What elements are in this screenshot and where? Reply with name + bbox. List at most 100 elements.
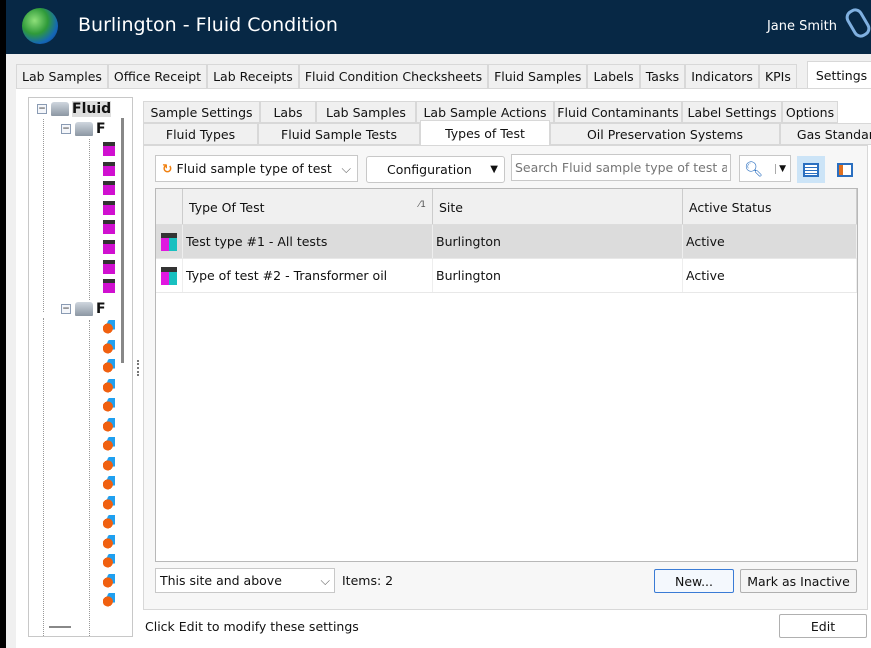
tree-node-group-1[interactable]: − F: [61, 120, 106, 138]
preservation-leaf-icon[interactable]: [103, 437, 115, 451]
search-input[interactable]: [511, 154, 731, 181]
tab-fluid-condition-checksheets[interactable]: Fluid Condition Checksheets: [298, 64, 489, 88]
scope-select[interactable]: This site and above ⌵: [155, 568, 335, 593]
preservation-leaf-icon[interactable]: [103, 534, 115, 549]
preservation-leaf-icon[interactable]: [103, 339, 115, 354]
grid-header: Type Of Test ⁄1 Site Active Status: [156, 189, 857, 225]
status-message: Click Edit to modify these settings: [145, 619, 359, 634]
tab-kpis[interactable]: KPIs: [758, 64, 797, 88]
tree-vertical-scrollbar[interactable]: [121, 118, 124, 363]
flask-leaf-icon[interactable]: [103, 259, 115, 274]
collapse-icon[interactable]: −: [61, 124, 71, 134]
cell-type-of-test: Test type #1 - All tests: [183, 225, 433, 258]
tab-settings[interactable]: Settings: [806, 61, 871, 88]
tree-node-label: F: [96, 301, 106, 317]
preservation-leaf-icon[interactable]: [103, 554, 115, 568]
tab-label-settings[interactable]: Label Settings: [682, 101, 782, 123]
tab-lab-receipts[interactable]: Lab Receipts: [207, 64, 299, 88]
column-header-type-of-test[interactable]: Type Of Test ⁄1: [183, 189, 433, 224]
preservation-leaf-icon[interactable]: [103, 495, 115, 510]
column-header-active-status[interactable]: Active Status: [683, 189, 857, 224]
entity-select[interactable]: ↻ Fluid sample type of test ⌵: [155, 155, 358, 182]
tree-line: [43, 112, 44, 312]
tab-fluid-contaminants[interactable]: Fluid Contaminants: [554, 101, 682, 123]
tab-labels[interactable]: Labels: [587, 64, 640, 88]
tab-tasks[interactable]: Tasks: [639, 64, 686, 88]
table-row[interactable]: Test type #1 - All tests Burlington Acti…: [156, 225, 857, 259]
sort-order: 1: [420, 200, 426, 210]
flask-leaf-icon[interactable]: [103, 142, 115, 156]
user-name[interactable]: Jane Smith: [767, 19, 837, 34]
preservation-leaf-icon[interactable]: [103, 398, 115, 412]
cell-active-status: Active: [683, 259, 857, 292]
tank-icon: [75, 122, 93, 136]
preservation-leaf-icon[interactable]: [103, 359, 115, 373]
tab-fluid-sample-tests[interactable]: Fluid Sample Tests: [258, 123, 420, 145]
tree-line: [43, 318, 44, 636]
tank-icon: [75, 302, 93, 316]
detail-view-button[interactable]: [831, 156, 859, 183]
flask-leaf-icon[interactable]: [103, 240, 115, 254]
paperclip-icon[interactable]: [842, 5, 871, 41]
collapse-icon[interactable]: −: [61, 304, 71, 314]
tree-node-label: F: [96, 121, 106, 137]
new-button[interactable]: New...: [654, 569, 734, 593]
edit-button[interactable]: Edit: [779, 614, 867, 638]
column-header-site[interactable]: Site: [433, 189, 683, 224]
window-edge: [0, 0, 6, 648]
preservation-leaf-icon[interactable]: [103, 417, 115, 432]
settings-tree[interactable]: − Fluid − F − F: [28, 97, 133, 637]
tab-labs[interactable]: Labs: [260, 101, 316, 123]
tab-sample-settings[interactable]: Sample Settings: [143, 101, 260, 123]
flask-leaf-icon[interactable]: [103, 220, 115, 235]
tank-icon: [51, 102, 69, 116]
preservation-leaf-icon[interactable]: [103, 593, 115, 607]
cell-type-of-test: Type of test #2 - Transformer oil: [183, 259, 433, 292]
tab-fluid-samples[interactable]: Fluid Samples: [488, 64, 588, 88]
main-tabs: Lab Samples Office Receipt Lab Receipts …: [16, 61, 871, 88]
mark-as-inactive-button[interactable]: Mark as Inactive: [740, 569, 857, 593]
tab-indicators[interactable]: Indicators: [685, 64, 759, 88]
preservation-leaf-icon[interactable]: [103, 320, 115, 334]
tree-node-group-2[interactable]: − F: [61, 300, 106, 318]
sub-tabs-row-2: Fluid Types Fluid Sample Tests Types of …: [143, 120, 871, 145]
tab-office-receipt[interactable]: Office Receipt: [107, 64, 208, 88]
tree-node-root[interactable]: − Fluid: [37, 100, 112, 118]
tab-lab-samples[interactable]: Lab Samples: [16, 64, 108, 88]
dropdown-arrow-icon[interactable]: ▼: [775, 163, 786, 174]
preservation-leaf-icon[interactable]: [103, 573, 115, 588]
search-icon: 🔍︎: [744, 159, 764, 178]
tab-fluid-types[interactable]: Fluid Types: [143, 123, 258, 145]
flask-leaf-icon[interactable]: [103, 181, 115, 196]
preservation-leaf-icon[interactable]: [103, 456, 115, 471]
tab-lab-samples-sub[interactable]: Lab Samples: [316, 101, 416, 123]
column-label: Type Of Test: [189, 200, 265, 215]
flask-icon: [156, 259, 183, 292]
tab-options[interactable]: Options: [782, 101, 838, 123]
detail-view-icon: [837, 162, 853, 177]
app-title: Burlington - Fluid Condition: [78, 14, 338, 36]
entity-select-value: Fluid sample type of test: [176, 161, 332, 176]
preservation-leaf-icon[interactable]: [103, 378, 115, 393]
preservation-leaf-icon[interactable]: [103, 515, 115, 529]
search-button[interactable]: 🔍︎ ▼: [739, 155, 791, 182]
collapse-icon[interactable]: −: [37, 104, 47, 114]
sort-ascending-icon: ⁄1: [418, 200, 426, 210]
tree-horizontal-scrollbar[interactable]: [49, 626, 71, 628]
configuration-dropdown[interactable]: Configuration ▼: [366, 156, 505, 183]
list-view-button[interactable]: [797, 156, 825, 183]
tab-types-of-test[interactable]: Types of Test: [420, 120, 550, 145]
flask-leaf-icon[interactable]: [103, 200, 115, 215]
tab-gas-standards[interactable]: Gas Standards: [780, 123, 871, 145]
title-bar: Burlington - Fluid Condition Jane Smith: [6, 0, 871, 54]
flask-leaf-icon[interactable]: [103, 161, 115, 176]
cell-site: Burlington: [433, 225, 683, 258]
refresh-icon: ↻: [162, 161, 173, 176]
tab-oil-preservation-systems[interactable]: Oil Preservation Systems: [550, 123, 780, 145]
flask-leaf-icon[interactable]: [103, 279, 115, 294]
chevron-down-icon: ⌵: [320, 572, 330, 588]
table-row[interactable]: Type of test #2 - Transformer oil Burlin…: [156, 259, 857, 293]
preservation-leaf-icon[interactable]: [103, 476, 115, 490]
chevron-down-icon: ⌵: [341, 160, 351, 176]
splitter-handle[interactable]: [137, 360, 140, 376]
